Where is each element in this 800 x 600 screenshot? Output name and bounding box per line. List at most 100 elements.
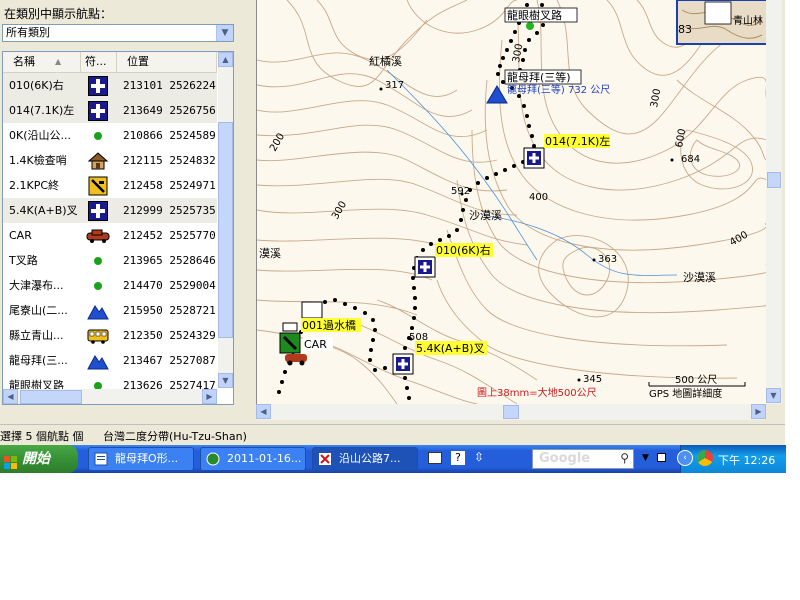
map-vertical-scrollbar[interactable]: ▼ [766,0,782,404]
task-item-2[interactable]: 2011-01-16... [200,447,306,471]
waypoint-position: 215950 2528721 [123,304,216,317]
bus-icon [83,323,113,348]
label-elev-592: 592 [451,186,470,197]
bridge-marker[interactable] [301,301,323,319]
longmubai-summit-marker[interactable] [486,85,508,104]
clock[interactable]: 下午 12:26 [718,452,775,468]
help-icon[interactable]: ? [451,451,465,465]
column-header-position[interactable]: 位置 [117,52,217,72]
map-scroll-left-button[interactable]: ◀ [256,404,271,419]
waypoint-rows: 010(6K)右 213101 2526224 014(7.1K)左 213649 2… [3,73,217,398]
table-row[interactable]: CAR 212452 2525770 [3,223,217,248]
label-wp-014: 014(7.1K)左 [545,135,610,148]
table-row[interactable]: 010(6K)右 213101 2526224 [3,73,217,98]
table-row[interactable]: 014(7.1K)左 213649 2526756 [3,98,217,123]
scroll-right-button[interactable]: ▶ [202,389,217,404]
label-shamoxi-1: 沙漠溪 [469,209,502,222]
task-item-1[interactable]: 龍母拜O形... [88,447,194,471]
map-scroll-right-button[interactable]: ▶ [751,404,766,419]
map-v-scroll-thumb[interactable] [767,172,781,188]
label-elev-684: 684 [681,154,700,165]
chrome-icon[interactable] [697,450,713,466]
h-scroll-thumb[interactable] [20,390,82,404]
waypoint-position: 213649 2526756 [123,104,216,117]
scroll-down-button[interactable]: ▼ [218,373,233,388]
waypoint-54k-marker[interactable] [392,353,414,375]
scroll-thumb[interactable] [218,122,233,338]
table-row[interactable]: 2.1KPC終 212458 2524971 [3,173,217,198]
label-scale: 500 公尺 [675,374,717,386]
restore-icon[interactable] [657,453,666,462]
label-longmubai-elev: 龍母拜(三等) 732 公尺 [507,83,610,96]
label-moxi: 漠溪 [259,247,281,260]
waypoint-position: 212350 2524329 [123,329,216,342]
keyboard-icon[interactable] [428,452,442,464]
language-bar-icon[interactable]: ⇳ [474,450,484,464]
chevron-down-icon[interactable]: ▼ [216,25,233,41]
magnifier-icon[interactable]: ⚲ [620,451,629,465]
table-row[interactable]: 1.4K檢查哨 212115 2524832 [3,148,217,173]
label-wp-001: 001過水橋 [302,318,356,332]
car-marker[interactable] [285,354,307,366]
task-label-3: 沿山公路7... [339,452,401,465]
waypoint-position: 213101 2526224 [123,79,216,92]
waypoint-014-marker[interactable] [523,147,545,169]
list-vertical-scrollbar[interactable]: ▲ ▼ [218,52,233,388]
longan-junction-marker[interactable] [526,22,534,30]
scroll-up-button[interactable]: ▲ [218,52,233,67]
first-aid-icon [83,198,113,223]
topographic-map[interactable]: 龍眼樹叉路 紅橘溪 317 龍母拜(三等) 龍母拜(三等) 732 公尺 014… [256,0,767,404]
category-dropdown[interactable]: 所有類別 ▼ [2,24,234,42]
label-car: CAR [304,338,327,351]
minimap-label-qingshan: 青山林 [733,14,763,27]
scroll-left-button[interactable]: ◀ [3,389,18,404]
start-button[interactable]: 開始 [0,445,78,473]
list-horizontal-scrollbar[interactable]: ◀ ▶ [3,389,217,404]
first-aid-icon [83,98,113,123]
word-document-icon [94,452,108,466]
waypoint-name: 014(7.1K)左 [9,104,75,117]
map-horizontal-scrollbar[interactable]: ◀ ▶ [256,404,766,420]
table-row[interactable]: 縣立青山... 212350 2524329 [3,323,217,348]
google-search-box[interactable]: Google ⚲ [532,449,634,469]
column-symbol-label: 符... [85,55,107,68]
overview-minimap[interactable]: 83 青山林 [676,0,767,45]
table-row[interactable]: 0K(沿山公... 210866 2524589 [3,123,217,148]
table-row[interactable]: 龍母拜(三... 213467 2527087 [3,348,217,373]
waypoint-position: 213965 2528646 [123,254,216,267]
column-header-symbol[interactable]: 符... [81,52,117,72]
table-row[interactable]: 大津瀑布... 214470 2529004 [3,273,217,298]
label-wp-54k: 5.4K(A+B)叉 [416,342,485,355]
first-aid-icon [83,73,113,98]
car-icon [83,223,113,248]
green-dot-icon [83,248,113,273]
map-h-scroll-thumb[interactable] [503,405,519,419]
table-row[interactable]: T叉路 213965 2528646 [3,248,217,273]
waypoint-010-marker[interactable] [414,256,436,278]
chevron-left-icon[interactable]: ‹ [677,450,693,466]
yellow-label-boxes [301,7,610,355]
waypoint-position: 213467 2527087 [123,354,216,367]
map-scroll-down-button[interactable]: ▼ [766,388,781,403]
label-hongjuxi: 紅橘溪 [369,55,402,68]
table-row[interactable]: 尾寮山(二... 215950 2528721 [3,298,217,323]
column-header-name[interactable]: 名稱 ▲ [3,52,81,72]
dropdown-arrow-icon[interactable]: ▼ [642,453,649,463]
bus-marker[interactable] [282,322,298,332]
label-elev-508: 508 [409,332,428,343]
label-elev-200: 200 [268,131,287,153]
map-canvas[interactable]: 龍眼樹叉路 紅橘溪 317 龍母拜(三等) 龍母拜(三等) 732 公尺 014… [257,0,767,404]
trailhead-marker[interactable] [279,332,301,354]
system-tray: ‹ 下午 12:26 [677,445,786,473]
task-item-3[interactable]: 沿山公路7... [312,447,418,471]
label-elev-600: 600 [674,128,688,149]
label-elev-400b: 400 [728,230,750,249]
status-selection: 選擇 5 個航點 個 [0,430,84,443]
green-dot-icon [83,273,113,298]
waypoint-name: T叉路 [9,254,38,267]
table-row[interactable]: 5.4K(A+B)叉 212999 2525735 [3,198,217,223]
status-bar: 選擇 5 個航點 個 台灣二度分帶(Hu-Tzu-Shan) [0,424,785,445]
waypoint-list[interactable]: 名稱 ▲ 符... 位置 010(6K)右 213101 2526224 014(7… [2,51,234,405]
label-wp-010: 010(6K)右 [436,243,491,257]
summit-icon [83,348,113,373]
